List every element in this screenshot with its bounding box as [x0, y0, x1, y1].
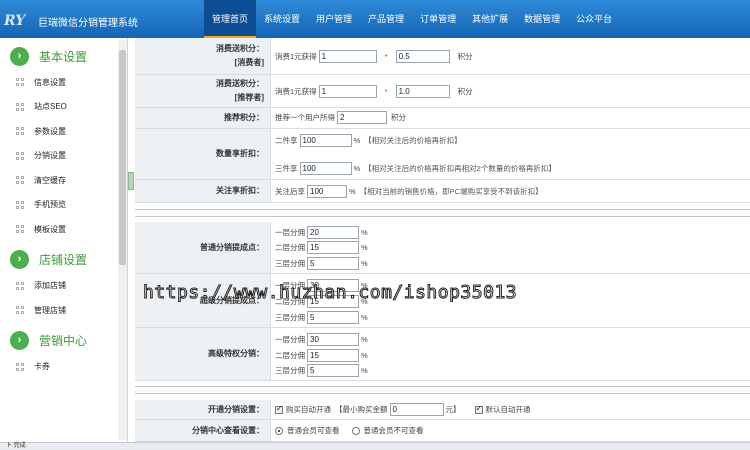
- sidebar-item-add-store[interactable]: 添加店铺: [0, 274, 127, 299]
- nav-product-management[interactable]: 产品管理: [360, 0, 412, 38]
- field-label: 消费送积分： [消费者]: [135, 38, 271, 74]
- row-enable-distribution: 开通分销设置： 购买自动开通 【最小购买金额 0 元】 默认自动开通: [135, 400, 750, 420]
- sidebar-item-info-settings[interactable]: 信息设置: [0, 70, 127, 95]
- three-item-discount-input[interactable]: 100: [299, 162, 352, 175]
- nav-user-management[interactable]: 用户管理: [308, 0, 360, 38]
- field-label: 数量享折扣：: [135, 129, 271, 179]
- row-view-center-setting: 分销中心查看设置： 普通会员可查看 普通会员不可查看: [135, 420, 750, 442]
- nav-data-management[interactable]: 数据管理: [516, 0, 568, 38]
- super-level2-input[interactable]: 15: [307, 295, 359, 308]
- two-item-discount-input[interactable]: 100: [299, 134, 352, 147]
- nav-system-settings[interactable]: 系统设置: [256, 0, 308, 38]
- normal-level3-input[interactable]: 5: [307, 257, 359, 270]
- field-label: 超级分销提成点：: [135, 274, 271, 327]
- grid-icon: [16, 281, 24, 290]
- referrer-points-rate-input[interactable]: 1.0: [395, 85, 450, 98]
- sidebar-toggle-handle[interactable]: [128, 172, 134, 190]
- nav-other-extensions[interactable]: 其他扩展: [464, 0, 516, 38]
- sidebar-section-title: 基本设置: [39, 49, 88, 64]
- sidebar-item-site-seo[interactable]: 站点SEO: [0, 95, 127, 120]
- super-level1-input[interactable]: 30: [307, 279, 359, 292]
- nav-home[interactable]: 管理首页: [204, 0, 257, 38]
- sidebar-item-coupons[interactable]: 卡券: [0, 355, 127, 380]
- field-label: 高级特权分销：: [135, 328, 271, 380]
- row-super-commission: 超级分销提成点： 一层分佣 30% 二层分佣 15% 三层分佣 5%: [135, 274, 750, 328]
- follow-discount-input[interactable]: 100: [307, 185, 347, 198]
- field-label: 普通分销提成点：: [135, 222, 271, 273]
- row-follow-discount: 关注享折扣： 关注后享 100 % 【相对当前的销售价格，即PC端购买享受不到该…: [135, 180, 750, 203]
- grid-icon: [16, 78, 24, 87]
- grid-icon: [16, 362, 24, 371]
- row-normal-commission: 普通分销提成点： 一层分佣 20% 二层分佣 15% 三层分佣 5%: [135, 222, 750, 274]
- vip-level3-input[interactable]: 5: [307, 364, 359, 377]
- members-cannot-view-radio[interactable]: [351, 426, 360, 435]
- sidebar-item-clear-cache[interactable]: 清空缓存: [0, 168, 127, 193]
- sidebar-section-store[interactable]: › 店铺设置: [0, 246, 127, 274]
- sidebar: › 基本设置 信息设置 站点SEO 参数设置 分销设置 清空缓存 手机预览 模板…: [0, 38, 128, 442]
- grid-icon: [16, 127, 24, 136]
- nav-public-platform[interactable]: 公众平台: [568, 0, 620, 38]
- top-nav: 管理首页 系统设置 用户管理 产品管理 订单管理 其他扩展 数据管理 公众平台: [204, 0, 620, 38]
- super-level3-input[interactable]: 5: [307, 311, 359, 324]
- sidebar-section-basic[interactable]: › 基本设置: [0, 42, 127, 70]
- auto-open-on-purchase-checkbox[interactable]: [275, 404, 283, 414]
- row-referral-points: 推荐积分： 推荐一个用户所得 2 积分: [135, 108, 750, 129]
- chevron-right-icon: ›: [10, 250, 29, 269]
- sidebar-item-distribution-settings[interactable]: 分销设置: [0, 144, 127, 169]
- consume-points-rate-input[interactable]: 0.5: [395, 50, 450, 63]
- field-label: 消费送积分： [推荐者]: [135, 75, 271, 107]
- normal-level2-input[interactable]: 15: [307, 241, 359, 254]
- sidebar-section-title: 店铺设置: [39, 253, 88, 267]
- sidebar-item-manage-store[interactable]: 管理店铺: [0, 298, 127, 323]
- nav-order-management[interactable]: 订单管理: [412, 0, 464, 38]
- scrollbar-thumb[interactable]: [119, 50, 126, 265]
- row-consume-points: 消费送积分： [消费者] 消费1元获得 1 * 0.5 积分: [135, 38, 750, 75]
- grid-icon: [16, 102, 24, 111]
- referral-points-input[interactable]: 2: [337, 111, 387, 124]
- consume-points-input[interactable]: 1: [318, 50, 377, 63]
- grid-icon: [16, 151, 24, 160]
- sidebar-section-title: 营销中心: [39, 334, 88, 348]
- field-label: 关注享折扣：: [135, 180, 271, 202]
- top-header: RY 巨瑞微信分销管理系统 管理首页 系统设置 用户管理 产品管理 订单管理 其…: [0, 0, 750, 38]
- min-purchase-amount-input[interactable]: 0: [389, 403, 444, 416]
- field-label: 开通分销设置：: [135, 400, 271, 419]
- section-divider: [135, 386, 750, 394]
- grid-icon: [16, 306, 24, 315]
- sidebar-item-parameter-settings[interactable]: 参数设置: [0, 119, 127, 144]
- normal-level1-input[interactable]: 20: [307, 226, 359, 239]
- grid-icon: [16, 176, 24, 185]
- sidebar-item-mobile-preview[interactable]: 手机预览: [0, 193, 127, 218]
- vip-level2-input[interactable]: 15: [307, 349, 359, 362]
- row-referrer-points: 消费送积分： [推荐者] 消费1元获得 1 * 1.0 积分: [135, 75, 750, 108]
- sidebar-item-template-settings[interactable]: 模板设置: [0, 217, 127, 242]
- section-divider: [135, 209, 750, 217]
- field-label: 分销中心查看设置：: [135, 420, 271, 441]
- vip-level1-input[interactable]: 30: [307, 333, 359, 346]
- sidebar-scrollbar[interactable]: [118, 40, 127, 440]
- app-title: 巨瑞微信分销管理系统: [38, 18, 138, 29]
- sidebar-section-marketing[interactable]: › 营销中心: [0, 327, 127, 355]
- referrer-points-input[interactable]: 1: [318, 85, 377, 98]
- chevron-right-icon: ›: [10, 46, 29, 66]
- grid-icon: [16, 225, 24, 234]
- chevron-right-icon: ›: [10, 331, 29, 350]
- grid-icon: [16, 200, 24, 209]
- status-bar: ト 完成: [0, 442, 750, 450]
- row-quantity-discount: 数量享折扣： 二件享 100 % 【相对关注后的价格再折扣】 三件享 100 %…: [135, 129, 750, 180]
- members-can-view-radio[interactable]: [275, 426, 283, 435]
- app-logo: RY: [4, 13, 26, 29]
- settings-form: 消费送积分： [消费者] 消费1元获得 1 * 0.5 积分 消费送积分： [推荐者…: [135, 38, 750, 442]
- field-label: 推荐积分：: [135, 108, 271, 128]
- default-auto-open-checkbox[interactable]: [474, 404, 483, 414]
- row-vip-commission: 高级特权分销： 一层分佣 30% 二层分佣 15% 三层分佣 5%: [135, 328, 750, 381]
